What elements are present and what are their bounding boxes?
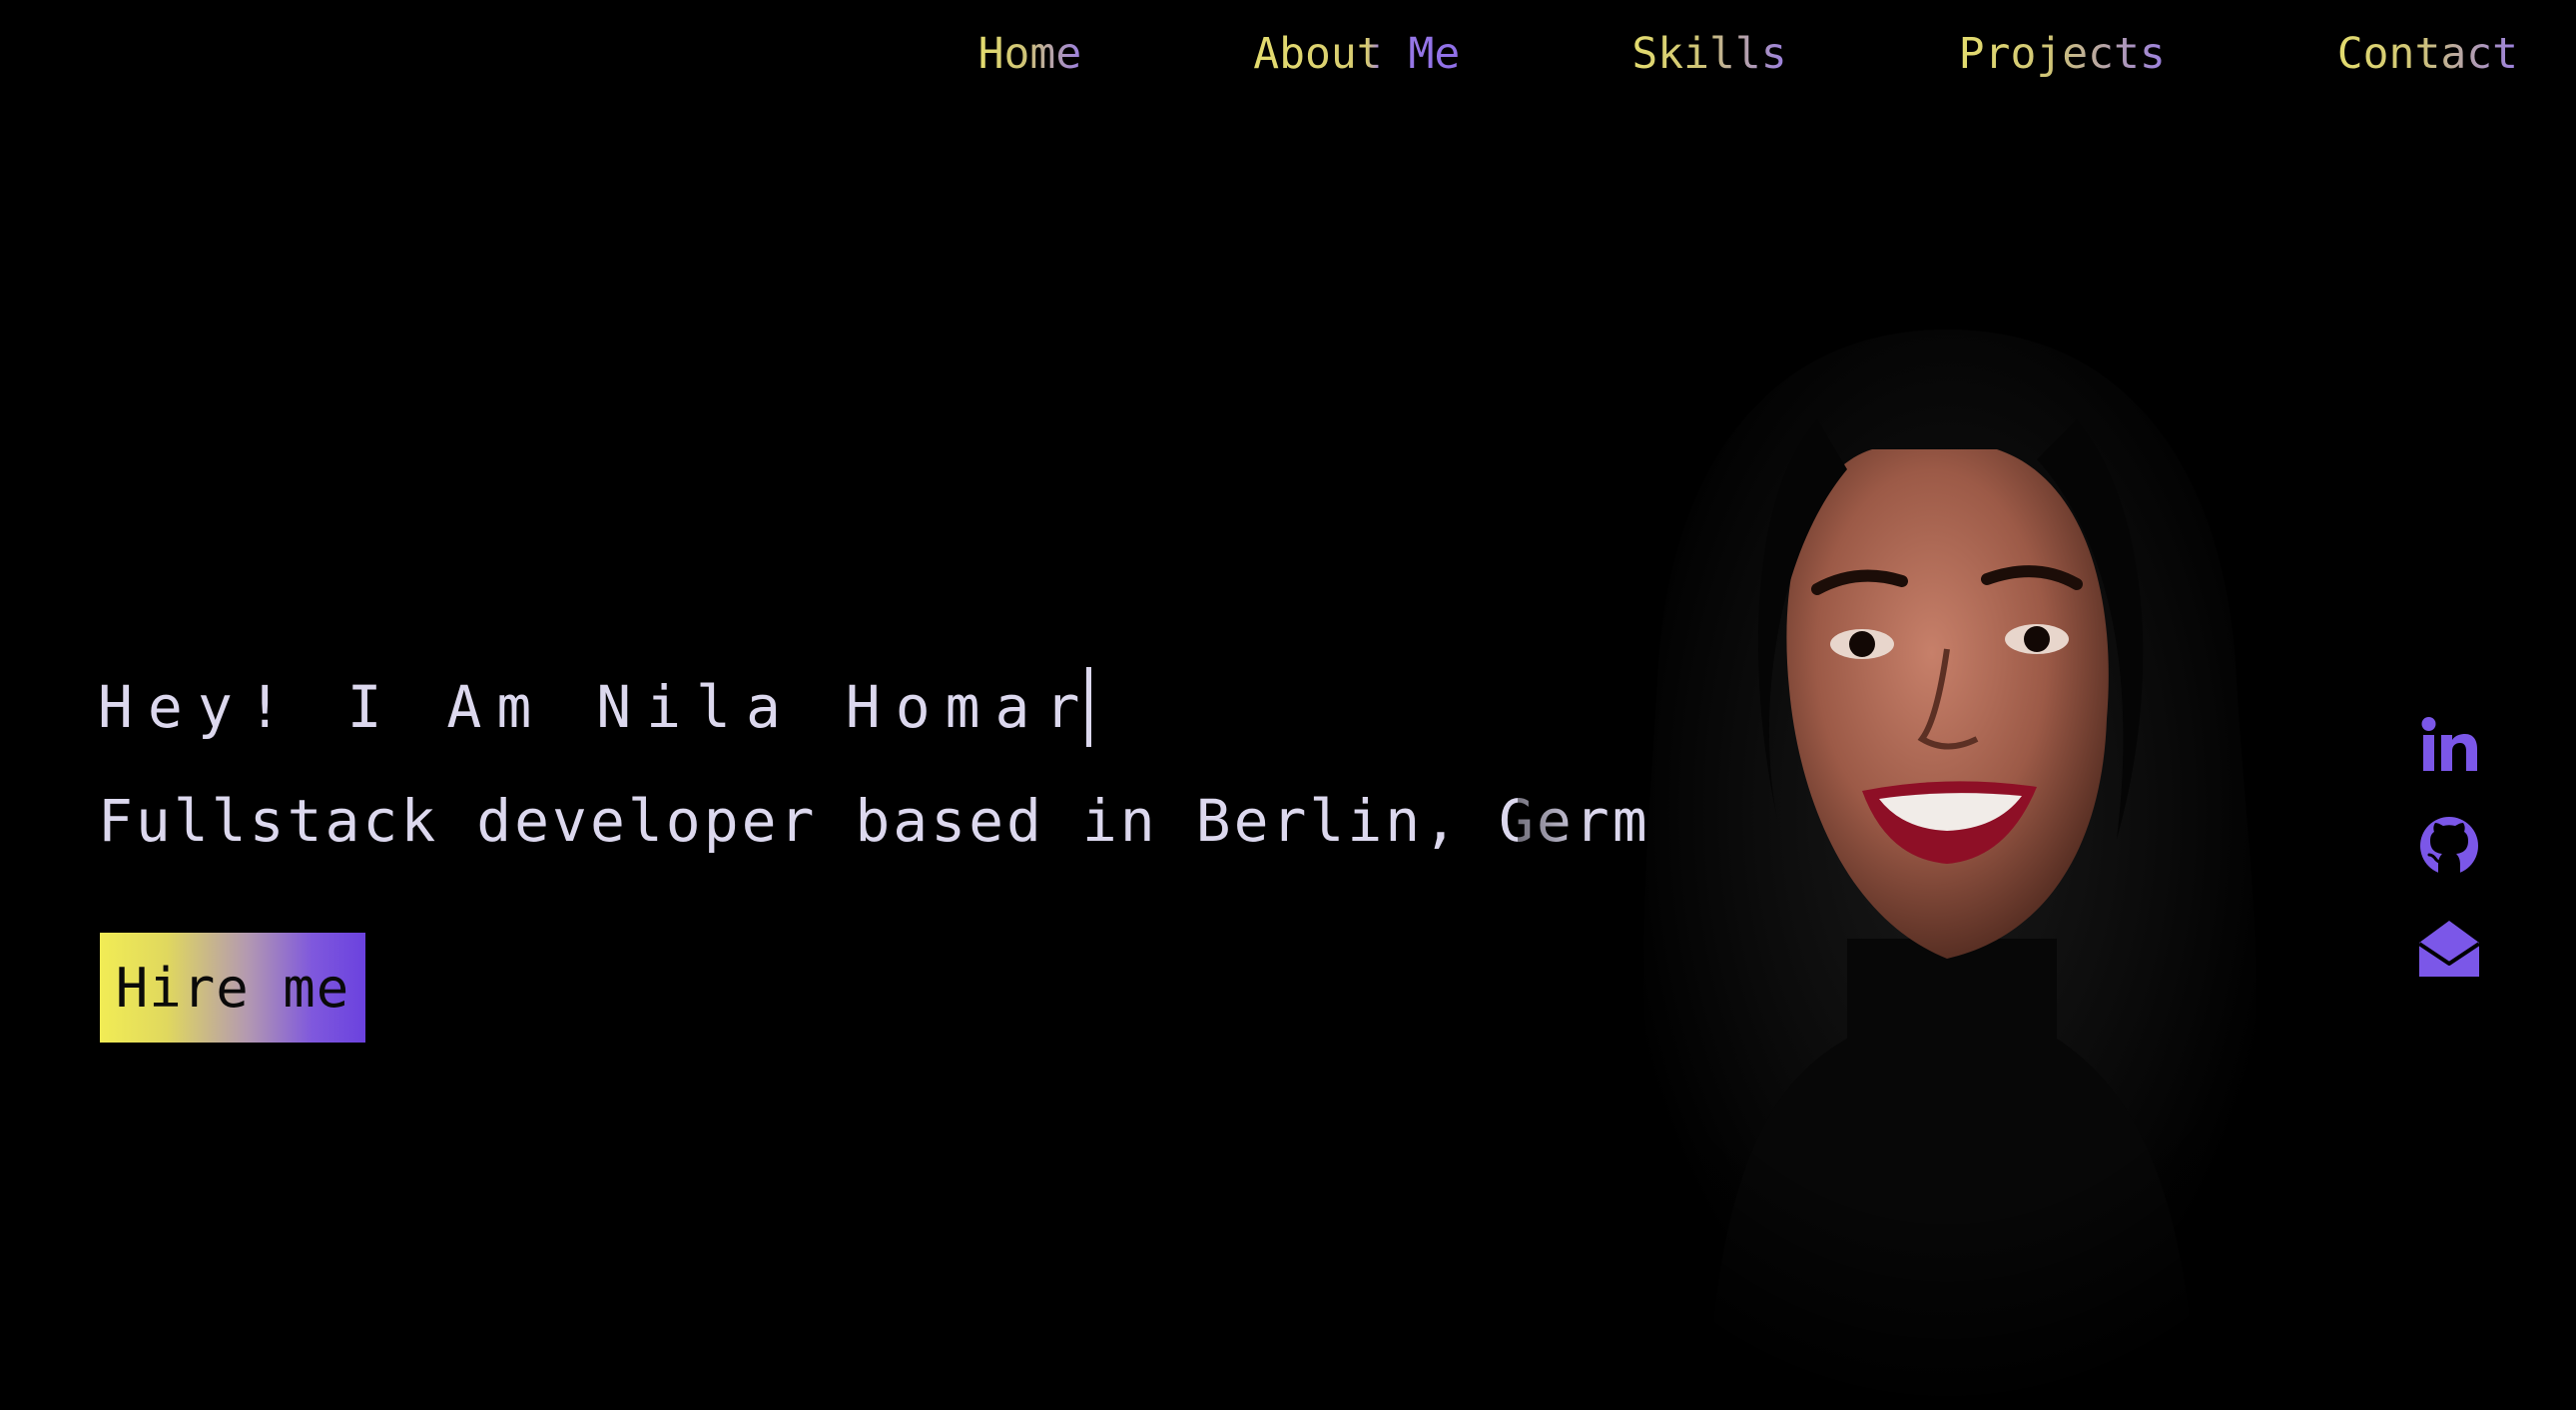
nav-home-link[interactable]: Home [978,29,1082,79]
github-icon[interactable] [2418,815,2480,877]
main-nav: Home About Me Skills Projects Contact [978,26,2518,82]
hero-greeting: Hey! I Am Nila Homar [98,667,1095,747]
nav-projects-link[interactable]: Projects [1959,29,2166,79]
portrait-illustration [1518,300,2376,1410]
greeting-text: Hey! I Am Nila Homar [98,673,1095,741]
nav-about-link[interactable]: About Me [1253,29,1460,79]
email-icon[interactable] [2417,917,2481,981]
typing-caret [1086,667,1092,747]
social-links [2416,715,2482,981]
profile-portrait [1518,300,2376,1410]
nav-skills-link[interactable]: Skills [1631,29,1786,79]
hire-me-button[interactable]: Hire me [100,933,365,1043]
nav-contact-link[interactable]: Contact [2337,29,2518,79]
hero-tagline: Fullstack developer based in Berlin, Ger… [98,787,1764,855]
linkedin-icon[interactable] [2419,715,2479,775]
